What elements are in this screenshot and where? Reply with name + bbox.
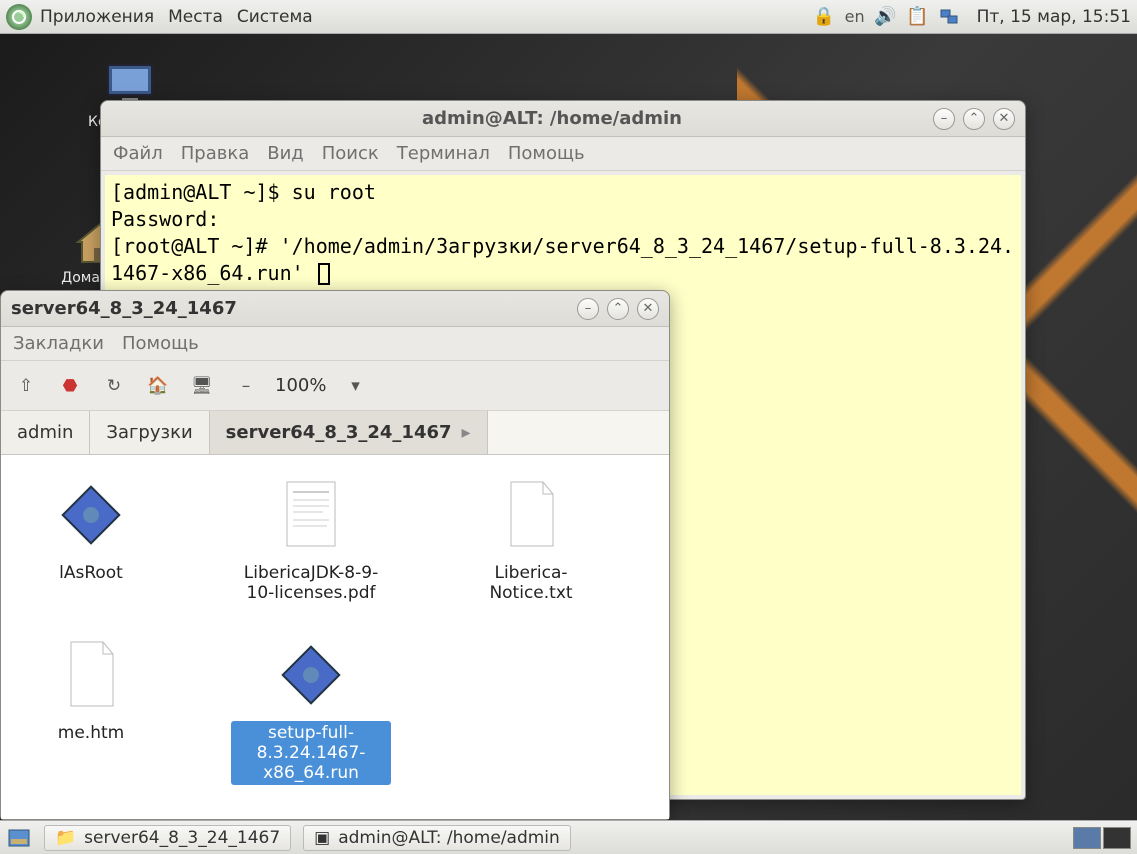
file-manager-toolbar: ⇧ ⬣ ↻ 🏠 🖥 – 100% ▾ [1, 361, 669, 411]
file-name: LibericaJDK-8-9-10-licenses.pdf [231, 561, 391, 605]
terminal-cursor-icon [318, 263, 330, 285]
zoom-level: 100% [275, 375, 326, 396]
system-tray: 🔒 en 🔊 📋 Пт, 15 мар, 15:51 [813, 6, 1131, 28]
file-name: setup-full-8.3.24.1467-x86_64.run [231, 721, 391, 785]
workspace-2[interactable] [1103, 827, 1131, 849]
file-item[interactable]: Liberica-Notice.txt [451, 475, 611, 605]
workspace-1[interactable] [1073, 827, 1101, 849]
file-manager-menu-bookmarks[interactable]: Закладки [13, 333, 104, 354]
file-item[interactable]: setup-full-8.3.24.1467-x86_64.run [231, 635, 391, 785]
file-name: me.htm [54, 721, 128, 745]
terminal-menu-terminal[interactable]: Терминал [397, 143, 490, 164]
file-manager-title: server64_8_3_24_1467 [11, 298, 577, 319]
close-button[interactable]: ✕ [993, 108, 1015, 130]
task-label: admin@ALT: /home/admin [338, 828, 560, 848]
breadcrumb-admin[interactable]: admin [1, 411, 90, 454]
file-manager-menu-help[interactable]: Помощь [122, 333, 199, 354]
file-icon [276, 635, 346, 715]
close-button[interactable]: ✕ [637, 298, 659, 320]
home-icon[interactable]: 🏠 [143, 371, 173, 401]
task-label: server64_8_3_24_1467 [84, 828, 280, 848]
stop-icon[interactable]: ⬣ [55, 371, 85, 401]
minimize-button[interactable]: – [933, 108, 955, 130]
file-icon [496, 475, 566, 555]
lock-icon[interactable]: 🔒 [813, 6, 835, 28]
maximize-button[interactable]: ⌃ [963, 108, 985, 130]
file-item[interactable]: LibericaJDK-8-9-10-licenses.pdf [231, 475, 391, 605]
workspace-switcher[interactable] [1073, 827, 1131, 849]
maximize-button[interactable]: ⌃ [607, 298, 629, 320]
file-name: Liberica-Notice.txt [451, 561, 611, 605]
top-panel: Приложения Места Система 🔒 en 🔊 📋 Пт, 15… [0, 0, 1137, 34]
up-icon[interactable]: ⇧ [11, 371, 41, 401]
terminal-menu-search[interactable]: Поиск [322, 143, 379, 164]
terminal-menu-view[interactable]: Вид [267, 143, 304, 164]
reload-icon[interactable]: ↻ [99, 371, 129, 401]
taskbar-task-terminal[interactable]: ▣ admin@ALT: /home/admin [303, 825, 571, 851]
file-manager-body[interactable]: lAsRoot LibericaJDK-8-9-10-licenses.pdf Li… [1, 455, 669, 819]
terminal-menu-file[interactable]: Файл [113, 143, 163, 164]
panel-menu-places[interactable]: Места [168, 7, 223, 27]
terminal-menu-help[interactable]: Помощь [508, 143, 585, 164]
file-icon [56, 475, 126, 555]
file-name: lAsRoot [55, 561, 127, 585]
file-item[interactable]: me.htm [11, 635, 171, 785]
file-icon [276, 475, 346, 555]
network-icon[interactable] [939, 6, 961, 28]
zoom-out-icon[interactable]: – [231, 371, 261, 401]
terminal-content: [admin@ALT ~]$ su root Password: [root@A… [111, 180, 1014, 285]
path-bar: admin Загрузки server64_8_3_24_1467 [1, 411, 669, 455]
breadcrumb-current[interactable]: server64_8_3_24_1467 [210, 411, 488, 454]
breadcrumb-downloads[interactable]: Загрузки [90, 411, 209, 454]
folder-icon: 📁 [55, 828, 76, 848]
file-item[interactable]: lAsRoot [11, 475, 171, 605]
terminal-titlebar[interactable]: admin@ALT: /home/admin – ⌃ ✕ [101, 101, 1025, 137]
file-icon [56, 635, 126, 715]
clock[interactable]: Пт, 15 мар, 15:51 [977, 7, 1131, 27]
panel-menu-applications[interactable]: Приложения [40, 7, 154, 27]
start-menu-icon[interactable] [6, 4, 32, 30]
terminal-menu-edit[interactable]: Правка [181, 143, 250, 164]
zoom-dropdown-icon[interactable]: ▾ [340, 371, 370, 401]
clipboard-icon[interactable]: 📋 [907, 6, 929, 28]
volume-icon[interactable]: 🔊 [875, 6, 897, 28]
bottom-panel: 📁 server64_8_3_24_1467 ▣ admin@ALT: /hom… [0, 820, 1137, 854]
file-manager-menubar: Закладки Помощь [1, 327, 669, 361]
terminal-icon: ▣ [314, 828, 330, 848]
terminal-title: admin@ALT: /home/admin [171, 108, 933, 129]
file-manager-titlebar[interactable]: server64_8_3_24_1467 – ⌃ ✕ [1, 291, 669, 327]
show-desktop-icon[interactable] [6, 825, 32, 851]
keyboard-layout-indicator[interactable]: en [845, 7, 865, 26]
computer-icon[interactable]: 🖥 [187, 371, 217, 401]
minimize-button[interactable]: – [577, 298, 599, 320]
panel-menu-system[interactable]: Система [237, 7, 313, 27]
terminal-menubar: Файл Правка Вид Поиск Терминал Помощь [101, 137, 1025, 171]
taskbar-task-filemanager[interactable]: 📁 server64_8_3_24_1467 [44, 825, 291, 851]
file-manager-window: server64_8_3_24_1467 – ⌃ ✕ Закладки Помо… [0, 290, 670, 820]
